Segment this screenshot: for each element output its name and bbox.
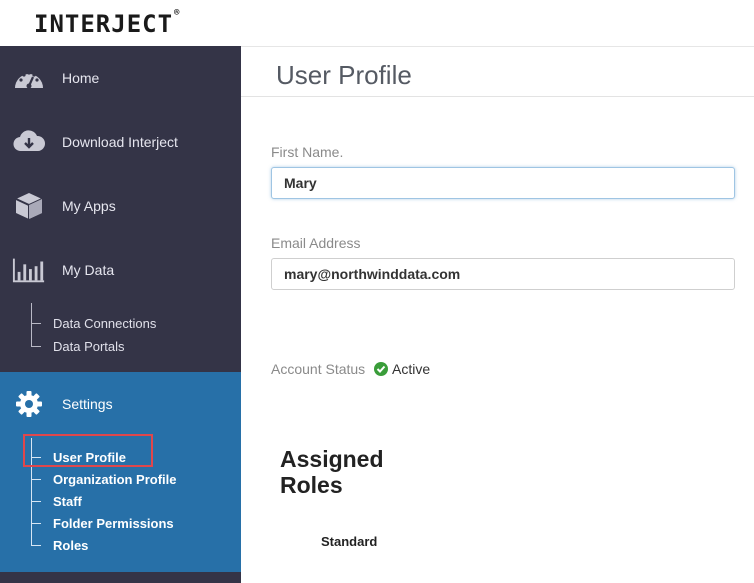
active-item-highlight [23,434,153,467]
check-circle-icon [374,362,388,376]
page-title: User Profile [276,60,412,90]
sidebar-item-my-apps[interactable]: My Apps [0,174,241,238]
first-name-label: First Name. [271,144,344,160]
email-field[interactable] [271,258,735,290]
sidebar-sub-data-portals[interactable]: Data Portals [53,339,125,354]
account-status-label: Account Status [271,361,366,377]
sidebar-item-label: My Apps [62,198,116,214]
sidebar-sub-organization-profile[interactable]: Organization Profile [53,472,177,487]
sidebar-sub-roles[interactable]: Roles [53,538,88,553]
cube-icon [12,189,46,223]
top-bar: INTERJECT® [0,0,754,47]
role-item: Standard [321,534,378,549]
sidebar-item-label: Home [62,70,100,86]
sidebar-item-my-data[interactable]: My Data [0,238,241,302]
sidebar-sub-data-connections[interactable]: Data Connections [53,316,156,331]
bar-chart-icon [12,253,46,287]
registered-mark: ® [174,8,181,18]
account-status-value: Active [392,361,431,377]
main-content: User Profile First Name. Email Address A… [241,46,754,583]
sidebar-bottom [0,572,241,583]
assigned-roles-heading: Assigned Roles [280,446,384,498]
sidebar-item-label: My Data [62,262,115,278]
email-label: Email Address [271,235,361,251]
tree-tick [31,523,41,524]
interject-logo[interactable]: INTERJECT® [34,8,181,38]
sidebar-item-label: Settings [62,396,113,412]
tree-tick [31,479,41,480]
tree-tick [31,323,41,324]
sidebar-item-home[interactable]: Home [0,46,241,110]
first-name-field[interactable] [271,167,735,199]
sidebar-item-label: Download Interject [62,134,178,150]
tree-connector [31,303,32,346]
sidebar-item-download-interject[interactable]: Download Interject [0,110,241,174]
logo-text: INTERJECT [34,10,174,38]
tree-tick [31,501,41,502]
tree-tick [31,545,41,546]
sidebar-sub-staff[interactable]: Staff [53,494,82,509]
tree-tick [31,346,41,347]
settings-section: Settings User Profile Organization Profi… [0,372,241,572]
sidebar-sub-folder-permissions[interactable]: Folder Permissions [53,516,174,531]
gear-icon [12,387,46,421]
dashboard-gauge-icon [12,61,46,95]
cloud-download-icon [12,125,46,159]
title-divider [241,96,754,97]
sidebar-item-settings[interactable]: Settings [0,372,241,436]
